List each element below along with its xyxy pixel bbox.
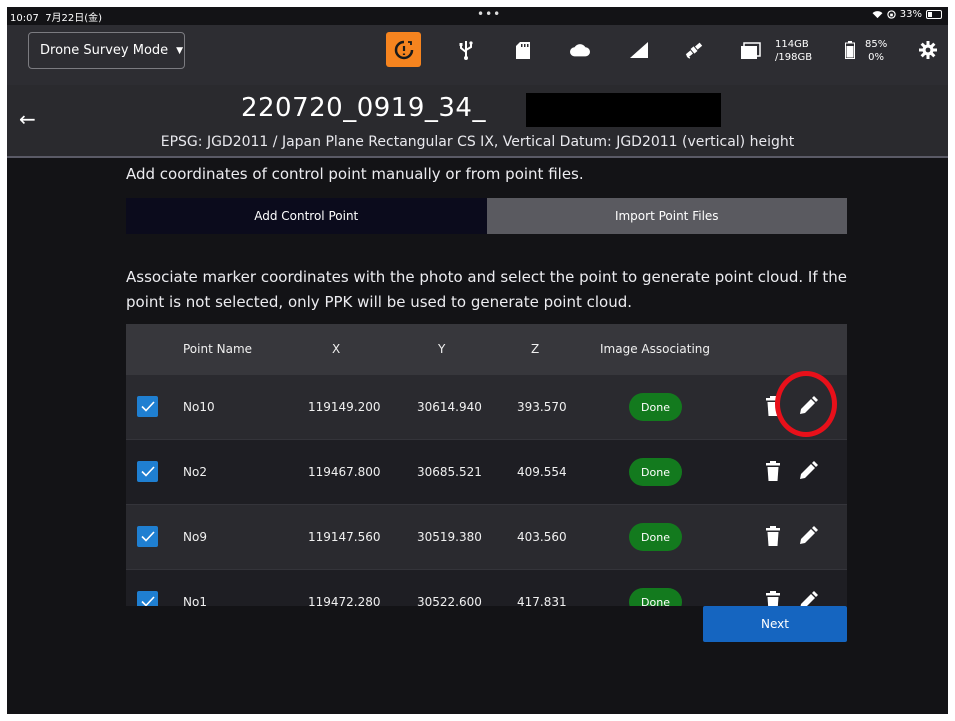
association-instruction: Associate marker coordinates with the ph… <box>126 268 847 311</box>
wifi-icon <box>872 11 883 19</box>
storage-readout: 114GB /198GB <box>775 38 812 64</box>
orientation-lock-icon <box>887 10 896 19</box>
storage-total: /198GB <box>775 52 813 63</box>
project-header: ← 220720_0919_34__vG EPSG: JGD2011 / Jap… <box>7 85 948 158</box>
status-badge: Done <box>629 458 682 486</box>
header-x: X <box>332 342 341 356</box>
battery-readout: 85% 0% <box>865 38 887 64</box>
chevron-down-icon: ▼ <box>176 45 184 56</box>
header-z: Z <box>531 342 540 356</box>
sd-card-icon[interactable] <box>513 39 533 61</box>
battery-icon <box>926 10 942 19</box>
cell-x: 119147.560 <box>308 530 381 544</box>
cell-x: 119467.800 <box>308 465 381 479</box>
control-point-table: Point Name X Y Z Image Associating No10 … <box>126 324 847 606</box>
row-checkbox[interactable] <box>137 526 158 547</box>
battery-bottom: 0% <box>868 52 885 63</box>
cloud-icon[interactable] <box>570 39 590 61</box>
cell-z: 403.560 <box>517 530 567 544</box>
battery-top: 85% <box>865 39 888 50</box>
multitask-dots[interactable]: ••• <box>477 7 501 21</box>
row-checkbox[interactable] <box>137 396 158 417</box>
storage-icon[interactable] <box>741 39 761 61</box>
header-y: Y <box>438 342 446 356</box>
cell-y: 30685.521 <box>417 465 482 479</box>
alert-icon[interactable] <box>386 32 421 67</box>
usb-icon[interactable] <box>456 39 476 61</box>
table-row[interactable]: No2 119467.800 30685.521 409.554 Done <box>126 440 847 505</box>
status-bar: 10:07 7月22日(金) ••• 33% <box>7 7 948 25</box>
cell-point-name: No2 <box>183 465 207 479</box>
status-badge: Done <box>629 588 682 606</box>
row-checkbox[interactable] <box>137 461 158 482</box>
top-toolbar: Drone Survey Mode ▼ 114GB /198GB 85% 0% <box>7 25 948 85</box>
edit-pencil-icon[interactable] <box>798 591 818 606</box>
battery-icon[interactable] <box>840 39 860 61</box>
title-part-1: 220720_0919_34_ <box>240 93 486 123</box>
cell-x: 119149.200 <box>308 400 381 414</box>
redaction-box <box>526 93 721 127</box>
battery-percent: 33% <box>899 9 922 20</box>
cell-z: 409.554 <box>517 465 567 479</box>
cell-y: 30519.380 <box>417 530 482 544</box>
header-image-associating: Image Associating <box>600 342 710 356</box>
status-badge: Done <box>629 393 682 421</box>
instruction-text: Add coordinates of control point manuall… <box>126 165 584 183</box>
table-row[interactable]: No9 119147.560 30519.380 403.560 Done <box>126 505 847 570</box>
edit-pencil-icon[interactable] <box>798 526 818 546</box>
cell-z: 393.570 <box>517 400 567 414</box>
tab-add-control-point[interactable]: Add Control Point <box>126 198 487 234</box>
status-badge: Done <box>629 523 682 551</box>
tab-bar: Add Control Point Import Point Files <box>126 198 847 234</box>
header-point-name: Point Name <box>183 342 253 356</box>
trash-icon[interactable] <box>766 526 780 546</box>
table-body: No10 119149.200 30614.940 393.570 Done N… <box>126 375 847 606</box>
tab-import-point-files[interactable]: Import Point Files <box>486 198 847 234</box>
signal-icon[interactable] <box>629 39 649 61</box>
edit-pencil-icon[interactable] <box>798 461 818 481</box>
cell-point-name: No1 <box>183 595 207 606</box>
cell-point-name: No10 <box>183 400 215 414</box>
table-header: Point Name X Y Z Image Associating <box>126 324 847 375</box>
trash-icon[interactable] <box>766 591 780 606</box>
status-time: 10:07 7月22日(金) <box>10 13 103 24</box>
status-right: 33% <box>872 9 942 20</box>
mode-dropdown[interactable]: Drone Survey Mode ▼ <box>28 32 185 69</box>
project-title: 220720_0919_34__vG <box>7 93 948 123</box>
app-screen: 10:07 7月22日(金) ••• 33% Drone Survey Mode… <box>7 7 948 714</box>
cell-y: 30614.940 <box>417 400 482 414</box>
storage-used: 114GB <box>775 39 809 50</box>
cell-y: 30522.600 <box>417 595 482 606</box>
table-row[interactable]: No10 119149.200 30614.940 393.570 Done <box>126 375 847 440</box>
cell-x: 119472.280 <box>308 595 381 606</box>
crs-subtitle: EPSG: JGD2011 / Japan Plane Rectangular … <box>160 134 795 150</box>
table-row[interactable]: No1 119472.280 30522.600 417.831 Done <box>126 570 847 606</box>
gear-icon[interactable] <box>918 39 938 61</box>
trash-icon[interactable] <box>766 461 780 481</box>
next-button[interactable]: Next <box>703 606 847 642</box>
highlight-circle <box>775 371 837 437</box>
satellite-icon[interactable] <box>684 39 704 61</box>
cell-point-name: No9 <box>183 530 207 544</box>
row-checkbox[interactable] <box>137 591 158 606</box>
cell-z: 417.831 <box>517 595 567 606</box>
mode-label: Drone Survey Mode <box>40 43 169 58</box>
